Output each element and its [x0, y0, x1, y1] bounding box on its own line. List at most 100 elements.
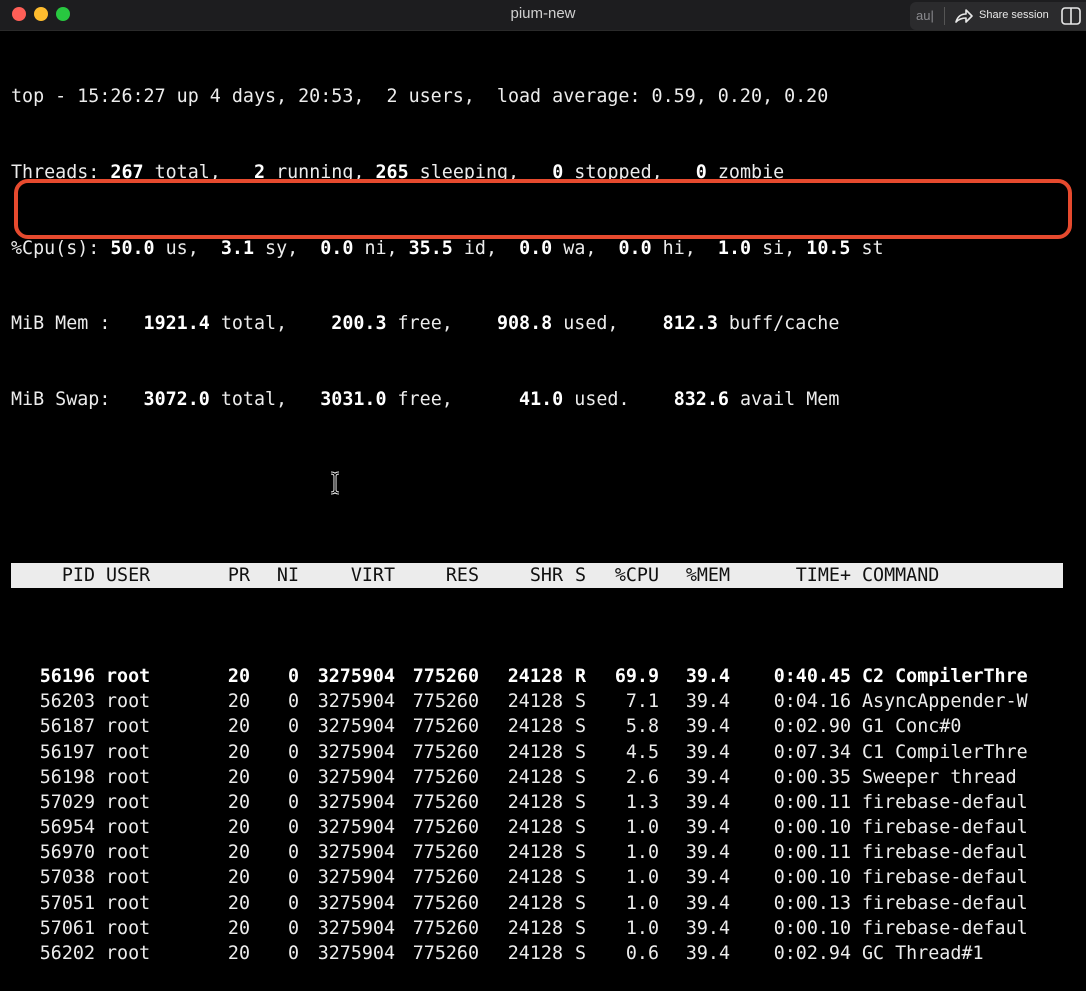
cell-user: root — [106, 842, 151, 864]
share-arrow-icon — [955, 9, 973, 23]
cell-pid: 57061 — [39, 917, 95, 939]
cell-res: 775260 — [412, 917, 479, 939]
cpu-hi: 0.0 — [618, 237, 652, 259]
cell-cmd: firebase-defaul — [862, 817, 1028, 839]
col-virt: VIRT — [350, 565, 395, 587]
cell-virt: 3275904 — [317, 741, 395, 763]
cell-pid: 56196 — [39, 665, 95, 687]
process-row: 56187 root 20 0 3275904 775260 24128 S 5.8 39.4 0:… — [11, 714, 1063, 739]
cell-time: 0:02.94 — [773, 943, 851, 965]
cell-pid: 56197 — [39, 741, 95, 763]
cell-time: 0:00.10 — [773, 917, 851, 939]
cell-pr: 20 — [227, 665, 250, 687]
cell-pid: 56202 — [39, 943, 95, 965]
col-user: USER — [106, 565, 151, 587]
cell-res: 775260 — [412, 716, 479, 738]
cell-user: root — [106, 892, 151, 914]
cell-time: 0:02.90 — [773, 716, 851, 738]
cell-time: 0:00.10 — [773, 867, 851, 889]
share-session-label: Share session — [979, 9, 1049, 21]
cell-s: S — [575, 741, 587, 763]
cell-res: 775260 — [412, 817, 479, 839]
cpu-us: 50.0 — [110, 237, 155, 259]
cell-virt: 3275904 — [317, 943, 395, 965]
cell-user: root — [106, 791, 151, 813]
cell-pid: 57051 — [39, 892, 95, 914]
cell-mem: 39.4 — [685, 817, 730, 839]
cell-pid: 57029 — [39, 791, 95, 813]
text-cursor-icon — [330, 471, 340, 495]
cell-virt: 3275904 — [317, 892, 395, 914]
mem-sep: free, — [386, 313, 497, 335]
cell-res: 775260 — [412, 842, 479, 864]
cell-s: S — [575, 817, 587, 839]
cell-cpu: 2.6 — [625, 766, 659, 788]
cell-virt: 3275904 — [317, 817, 395, 839]
share-prefix: au| — [916, 8, 934, 23]
cell-time: 0:00.11 — [773, 842, 851, 864]
mem-line: MiB Mem : 1921.4 total, 200.3 free, 908.… — [11, 311, 1063, 336]
cell-cpu: 1.0 — [625, 917, 659, 939]
cell-ni: 0 — [287, 892, 299, 914]
cpu-wa: 0.0 — [519, 237, 553, 259]
cell-res: 775260 — [412, 766, 479, 788]
share-session-button[interactable]: au| Share session — [910, 2, 1086, 30]
cell-pid: 56187 — [39, 716, 95, 738]
cell-virt: 3275904 — [317, 766, 395, 788]
process-row: 56970 root 20 0 3275904 775260 24128 S 1.0 39.4 0:… — [11, 840, 1063, 865]
swap-sep: used. — [563, 388, 674, 410]
cell-time: 0:00.35 — [773, 766, 851, 788]
cell-cpu: 7.1 — [625, 691, 659, 713]
cell-cpu: 1.0 — [625, 842, 659, 864]
cell-shr: 24128 — [507, 892, 563, 914]
cell-res: 775260 — [412, 691, 479, 713]
cell-res: 775260 — [412, 943, 479, 965]
cell-time: 0:00.10 — [773, 817, 851, 839]
cpu-ni: 0.0 — [320, 237, 354, 259]
cell-mem: 39.4 — [685, 665, 730, 687]
cell-user: root — [106, 917, 151, 939]
cell-shr: 24128 — [507, 943, 563, 965]
cell-shr: 24128 — [507, 691, 563, 713]
col-pid: PID — [61, 565, 95, 587]
cell-time: 0:00.13 — [773, 892, 851, 914]
cell-virt: 3275904 — [317, 842, 395, 864]
cell-cpu: 1.0 — [625, 867, 659, 889]
swap-line: MiB Swap: 3072.0 total, 3031.0 free, 41.… — [11, 387, 1063, 412]
process-table-header: PID USER PR NI VIRT RES SHR S %CPU %MEM … — [11, 563, 1063, 589]
cell-s: S — [575, 716, 587, 738]
cell-shr: 24128 — [507, 741, 563, 763]
cell-res: 775260 — [412, 741, 479, 763]
mem-label: MiB Mem : — [11, 313, 144, 335]
col-ni: NI — [276, 565, 299, 587]
cell-s: S — [575, 691, 587, 713]
cell-pr: 20 — [227, 842, 250, 864]
process-row: 56203 root 20 0 3275904 775260 24128 S 7.1 39.4 0:… — [11, 689, 1063, 714]
cpu-si: 1.0 — [717, 237, 752, 259]
cell-shr: 24128 — [507, 842, 563, 864]
swap-total: 3072.0 — [143, 388, 210, 410]
uptime-line: top - 15:26:27 up 4 days, 20:53, 2 users… — [11, 86, 829, 108]
cell-ni: 0 — [287, 665, 299, 687]
process-row: 56197 root 20 0 3275904 775260 24128 S 4.5 39.4 0:… — [11, 740, 1063, 765]
cell-virt: 3275904 — [317, 867, 395, 889]
cell-user: root — [106, 716, 151, 738]
cpu-sep: ni, — [353, 237, 409, 259]
cell-user: root — [106, 766, 151, 788]
cell-cmd: firebase-defaul — [862, 917, 1028, 939]
cell-cpu: 1.3 — [625, 791, 659, 813]
cell-shr: 24128 — [507, 716, 563, 738]
cell-pr: 20 — [227, 741, 250, 763]
cell-shr: 24128 — [507, 791, 563, 813]
sidebar-panel-icon[interactable] — [1061, 7, 1081, 25]
cell-res: 775260 — [412, 791, 479, 813]
col-res: RES — [445, 565, 479, 587]
cpu-sep: wa, — [552, 237, 619, 259]
cell-cpu: 1.0 — [625, 892, 659, 914]
cell-shr: 24128 — [507, 817, 563, 839]
cell-cmd: AsyncAppender-W — [862, 691, 1028, 713]
cell-cmd: GC Thread#1 — [862, 943, 984, 965]
process-row: 56198 root 20 0 3275904 775260 24128 S 2.6 39.4 0:… — [11, 765, 1063, 790]
cell-pid: 56203 — [39, 691, 95, 713]
